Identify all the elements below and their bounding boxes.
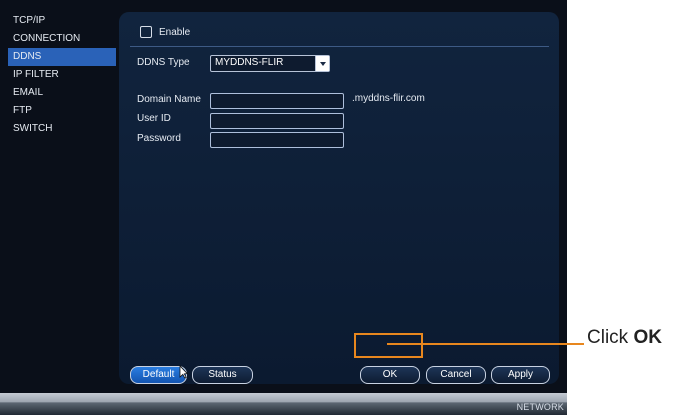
callout-bold: OK	[633, 327, 662, 348]
mouse-cursor-icon	[179, 365, 188, 379]
sidebar-item-email[interactable]: EMAIL	[8, 84, 116, 102]
sidebar-item-connection[interactable]: CONNECTION	[8, 30, 116, 48]
ddns-settings-panel: Enable DDNS Type MYDDNS-FLIR Domain Name…	[119, 12, 559, 384]
callout-leader-horizontal	[387, 343, 584, 345]
enable-toggle[interactable]: Enable	[140, 26, 190, 38]
sidebar-item-ftp[interactable]: FTP	[8, 102, 116, 120]
status-button[interactable]: Status	[192, 366, 253, 384]
chevron-down-icon[interactable]	[315, 56, 329, 71]
dvr-window: TCP/IP CONNECTION DDNS IP FILTER EMAIL F…	[0, 0, 567, 415]
ddns-type-label: DDNS Type	[137, 57, 190, 68]
enable-checkbox[interactable]	[140, 26, 152, 38]
callout-prefix: Click	[587, 327, 634, 348]
sidebar-item-ddns[interactable]: DDNS	[8, 48, 116, 66]
sidebar: TCP/IP CONNECTION DDNS IP FILTER EMAIL F…	[8, 12, 116, 370]
sidebar-item-switch[interactable]: SWITCH	[8, 120, 116, 138]
password-label: Password	[137, 133, 181, 144]
domain-name-input[interactable]	[210, 93, 344, 109]
network-label: NETWORK	[516, 402, 564, 412]
cancel-button[interactable]: Cancel	[426, 366, 486, 384]
ok-highlight-box	[354, 333, 423, 358]
enable-label: Enable	[159, 26, 191, 38]
ok-button[interactable]: OK	[360, 366, 420, 384]
user-id-input[interactable]	[210, 113, 344, 129]
sidebar-item-ip-filter[interactable]: IP FILTER	[8, 66, 116, 84]
ddns-type-value: MYDDNS-FLIR	[215, 57, 284, 68]
ddns-type-select[interactable]: MYDDNS-FLIR	[210, 55, 330, 72]
domain-name-label: Domain Name	[137, 94, 201, 105]
divider	[130, 46, 549, 47]
user-id-label: User ID	[137, 113, 171, 124]
apply-button[interactable]: Apply	[491, 366, 550, 384]
password-input[interactable]	[210, 132, 344, 148]
domain-suffix: .myddns-flir.com	[352, 93, 425, 104]
status-bar: NETWORK	[0, 393, 567, 415]
sidebar-item-tcpip[interactable]: TCP/IP	[8, 12, 116, 30]
callout-instruction: Click OK	[587, 327, 662, 349]
